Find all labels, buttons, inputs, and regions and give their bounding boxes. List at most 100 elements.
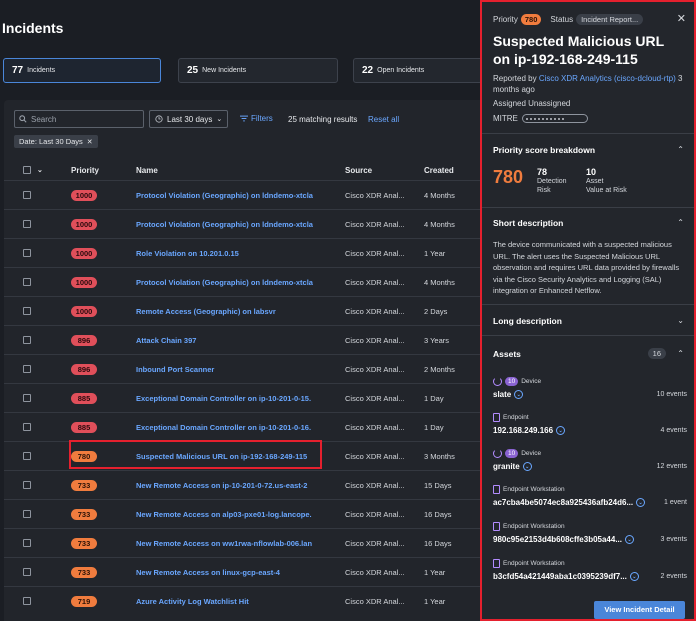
row-checkbox[interactable] [23, 394, 31, 402]
incident-name-link[interactable]: New Remote Access on ww1rwa-nflowlab-006… [136, 539, 312, 548]
incident-name-link[interactable]: Exceptional Domain Controller on ip-10-2… [136, 394, 311, 403]
incident-source: Cisco XDR Anal... [345, 307, 405, 316]
metric-incidents[interactable]: 77 Incidents [3, 58, 161, 83]
row-checkbox[interactable] [23, 365, 31, 373]
power-icon [493, 449, 502, 458]
assets-title[interactable]: Assets [493, 349, 521, 359]
table-header: ⌄ Priority Name Source Created [4, 162, 480, 180]
incident-name-link[interactable]: Exceptional Domain Controller on ip-10-2… [136, 423, 311, 432]
divider [482, 133, 694, 134]
row-checkbox[interactable] [23, 249, 31, 257]
row-checkbox[interactable] [23, 481, 31, 489]
chevron-up-icon[interactable]: ⌃ [677, 349, 684, 358]
short-description-title[interactable]: Short description [493, 218, 563, 228]
chevron-down-icon[interactable]: ⌄ [636, 498, 646, 507]
metric-new-incidents[interactable]: 25 New Incidents [178, 58, 338, 83]
row-checkbox[interactable] [23, 510, 31, 518]
row-checkbox[interactable] [23, 539, 31, 547]
row-checkbox[interactable] [23, 220, 31, 228]
chevron-down-icon[interactable]: ⌄ [677, 316, 684, 325]
chevron-down-icon[interactable]: ⌄ [514, 390, 524, 399]
metric-open-incidents[interactable]: 22 Open Incidents [353, 58, 480, 83]
incident-name-link[interactable]: Inbound Port Scanner [136, 365, 214, 374]
table-row[interactable]: 1000 Role Violation on 10.201.0.15 Cisco X… [4, 238, 480, 267]
table-row[interactable]: 896 Attack Chain 397 Cisco XDR Anal... 3 Ye… [4, 325, 480, 354]
long-description-title[interactable]: Long description [493, 316, 562, 326]
priority-badge: 1000 [71, 219, 97, 230]
mitre-tactics-bar[interactable] [521, 114, 588, 123]
asset-value[interactable]: granite [493, 462, 520, 471]
metric-label: Incidents [27, 67, 56, 74]
view-incident-detail-button[interactable]: View Incident Detail [594, 601, 685, 619]
column-priority[interactable]: Priority [71, 166, 99, 175]
chevron-down-icon[interactable]: ⌄ [556, 426, 566, 435]
metric-label: New Incidents [202, 67, 247, 74]
row-checkbox[interactable] [23, 568, 31, 576]
table-row[interactable]: 896 Inbound Port Scanner Cisco XDR Anal...… [4, 354, 480, 383]
row-checkbox[interactable] [23, 452, 31, 460]
chevron-up-icon[interactable]: ⌃ [677, 145, 684, 154]
table-row[interactable]: 780 Suspected Malicious URL on ip-192-168… [4, 441, 480, 470]
close-icon[interactable]: ✕ [677, 12, 686, 25]
incident-name-link[interactable]: Attack Chain 397 [136, 336, 196, 345]
table-row[interactable]: 733 New Remote Access on linux-gcp-east-4… [4, 557, 480, 586]
chevron-down-icon[interactable]: ⌄ [629, 572, 639, 581]
incident-name-link[interactable]: Suspected Malicious URL on ip-192-168-24… [136, 452, 307, 461]
incident-name-link[interactable]: Role Violation on 10.201.0.15 [136, 249, 239, 258]
table-row[interactable]: 1000 Protocol Violation (Geographic) on l… [4, 267, 480, 296]
chevron-up-icon[interactable]: ⌃ [677, 218, 684, 227]
status-badge[interactable]: Incident Report... [576, 14, 644, 25]
asset-value[interactable]: 192.168.249.166 [493, 426, 553, 435]
filters-button[interactable]: Filters [240, 114, 273, 123]
reset-all-link[interactable]: Reset all [368, 115, 399, 124]
asset-value[interactable]: b3cfd54a421449aba1c0395239df7... [493, 572, 627, 581]
score-section-title[interactable]: Priority score breakdown [493, 145, 595, 155]
table-row[interactable]: 1000 Protocol Violation (Geographic) on l… [4, 180, 480, 209]
table-row[interactable]: 733 New Remote Access on ww1rwa-nflowlab-… [4, 528, 480, 557]
reported-by-link[interactable]: Cisco XDR Analytics (cisco-dcloud-rtp) [539, 74, 676, 83]
date-range-select[interactable]: Last 30 days ⌄ [149, 110, 228, 128]
table-row[interactable]: 885 Exceptional Domain Controller on ip-1… [4, 383, 480, 412]
asset-events: 12 events [656, 463, 687, 470]
incident-source: Cisco XDR Anal... [345, 452, 405, 461]
chevron-down-icon[interactable]: ⌄ [625, 535, 634, 544]
asset-value[interactable]: ac7cba4be5074ec8a925436afb24d6... [493, 498, 633, 507]
column-created[interactable]: Created [424, 166, 454, 175]
priority-badge: 1000 [71, 306, 97, 317]
asset-value[interactable]: 980c95e2153d4b608cffe3b05a44... [493, 535, 622, 544]
table-row[interactable]: 885 Exceptional Domain Controller on ip-1… [4, 412, 480, 441]
row-checkbox[interactable] [23, 423, 31, 431]
incident-name-link[interactable]: Protocol Violation (Geographic) on ldnde… [136, 220, 313, 229]
column-source[interactable]: Source [345, 166, 372, 175]
detection-risk-value: 78 [537, 167, 548, 177]
row-checkbox[interactable] [23, 278, 31, 286]
asset-type: Device [521, 378, 542, 385]
table-row[interactable]: 733 New Remote Access on ip-10-201-0-72.u… [4, 470, 480, 499]
incident-name-link[interactable]: Protocol Violation (Geographic) on ldnde… [136, 191, 313, 200]
chevron-down-icon[interactable]: ⌄ [37, 166, 43, 174]
close-icon[interactable]: ✕ [87, 138, 93, 146]
date-filter-chip[interactable]: Date: Last 30 Days ✕ [14, 135, 98, 148]
column-name[interactable]: Name [136, 166, 158, 175]
incident-name-link[interactable]: New Remote Access on alp03-pxe01-log.lan… [136, 510, 312, 519]
row-checkbox[interactable] [23, 191, 31, 199]
asset-value[interactable]: slate [493, 390, 511, 399]
priority-label: Priority [493, 15, 518, 24]
table-row[interactable]: 733 New Remote Access on alp03-pxe01-log.… [4, 499, 480, 528]
incident-name-link[interactable]: New Remote Access on ip-10-201-0-72.us-e… [136, 481, 307, 490]
incident-name-link[interactable]: Protocol Violation (Geographic) on ldnde… [136, 278, 313, 287]
select-all-checkbox[interactable] [23, 166, 31, 174]
table-row[interactable]: 1000 Remote Access (Geographic) on labsvr… [4, 296, 480, 325]
incident-source: Cisco XDR Anal... [345, 539, 405, 548]
detection-risk: 78 Detection Risk [537, 168, 567, 195]
chevron-down-icon[interactable]: ⌄ [522, 462, 532, 471]
table-row[interactable]: 1000 Protocol Violation (Geographic) on l… [4, 209, 480, 238]
incident-name-link[interactable]: New Remote Access on linux-gcp-east-4 [136, 568, 280, 577]
search-input[interactable]: Search [14, 110, 144, 128]
row-checkbox[interactable] [23, 336, 31, 344]
table-row[interactable]: 719 Azure Activity Log Watchlist Hit Cisco… [4, 586, 480, 615]
row-checkbox[interactable] [23, 307, 31, 315]
row-checkbox[interactable] [23, 597, 31, 605]
incident-name-link[interactable]: Remote Access (Geographic) on labsvr [136, 307, 276, 316]
incident-name-link[interactable]: Azure Activity Log Watchlist Hit [136, 597, 249, 606]
